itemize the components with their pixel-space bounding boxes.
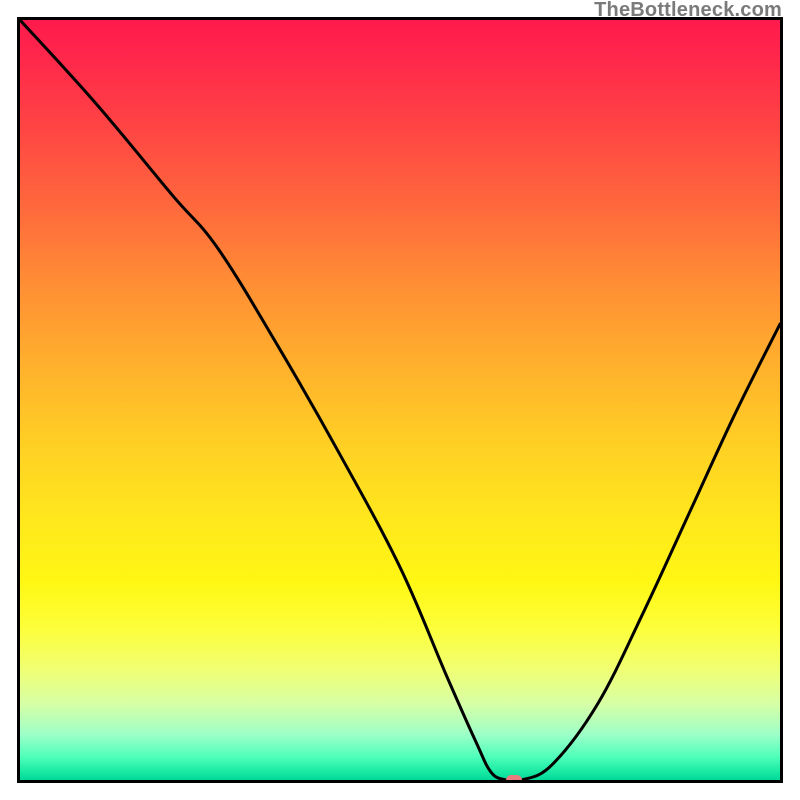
curve-svg (20, 20, 780, 780)
bottleneck-curve (20, 20, 780, 780)
chart-container: TheBottleneck.com (0, 0, 800, 800)
optimum-marker (506, 775, 523, 783)
plot-area (17, 17, 783, 783)
